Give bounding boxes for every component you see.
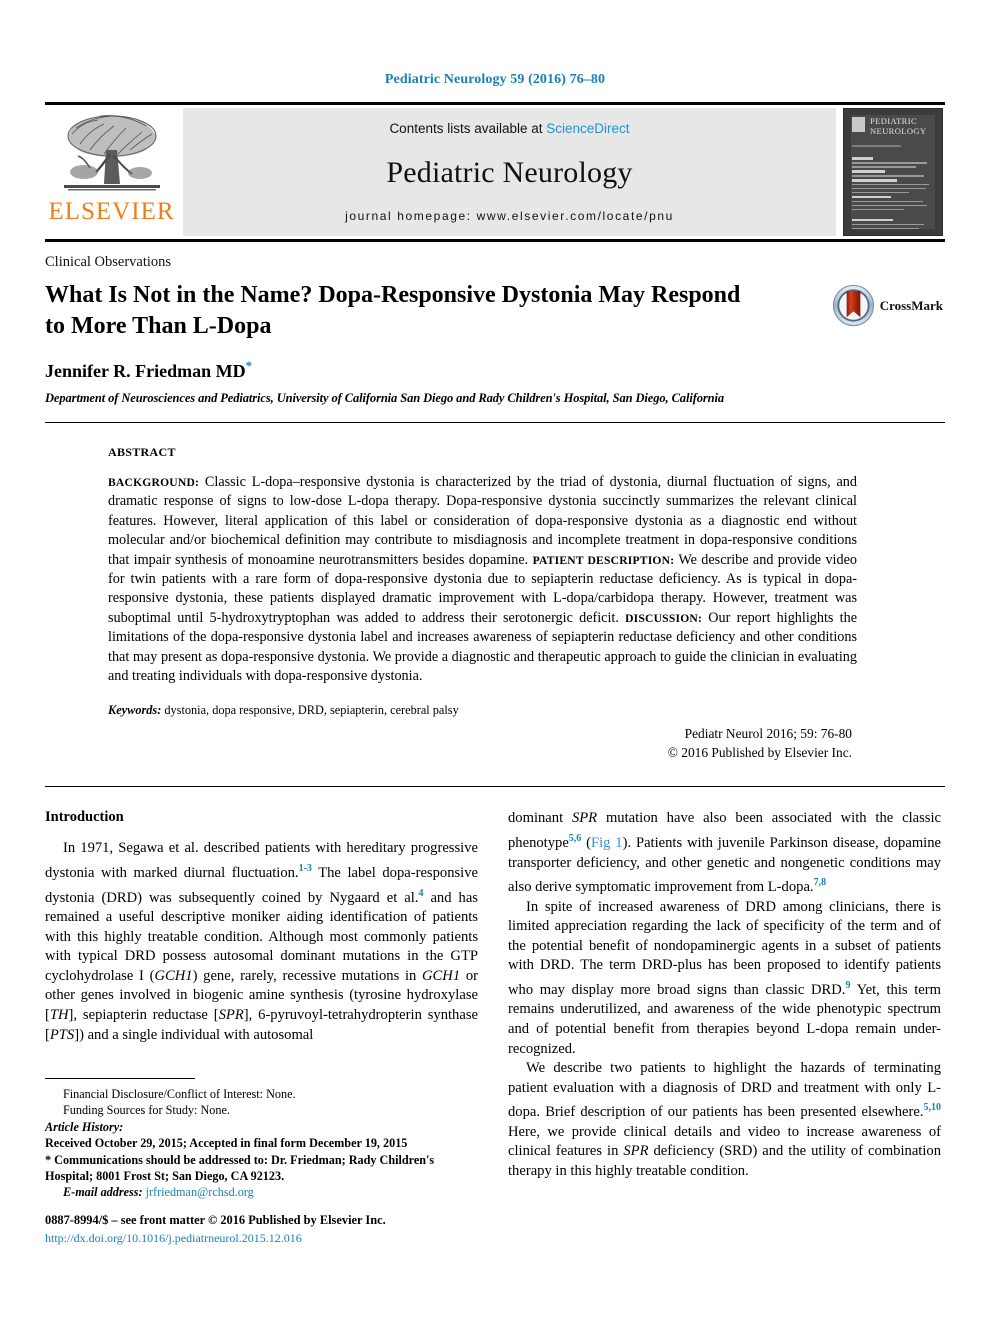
footnote-disclosure: Financial Disclosure/Conflict of Interes… [63, 1087, 296, 1101]
intro-paragraph-right-2: In spite of increased awareness of DRD a… [508, 898, 941, 1057]
header-divider [45, 422, 945, 423]
footnote-funding: Funding Sources for Study: None. [63, 1103, 230, 1118]
intro-paragraph-right-1: dominant SPR mutation have also been ass… [508, 810, 942, 895]
reference-5-10[interactable]: 5,10 [924, 1102, 942, 1113]
journal-homepage[interactable]: journal homepage: www.elsevier.com/locat… [345, 209, 674, 223]
keywords-line: Keywords: dystonia, dopa responsive, DRD… [108, 703, 857, 718]
elsevier-tree-icon [63, 114, 160, 191]
abstract-label-patient: PATIENT DESCRIPTION: [532, 553, 675, 567]
journal-cover-thumbnail: PEDIATRIC NEUROLOGY [843, 108, 943, 236]
abstract-label-discussion: DISCUSSION: [625, 611, 703, 625]
gene-spr-right-2: SPR [623, 1143, 649, 1160]
running-head: Pediatric Neurology 59 (2016) 76–80 [384, 72, 606, 87]
cover-title-text: PEDIATRIC NEUROLOGY [870, 116, 927, 136]
author-correspondence-marker[interactable]: * [246, 358, 253, 373]
journal-title: Pediatric Neurology [386, 155, 633, 189]
contents-prefix: Contents lists available at [389, 121, 547, 136]
keywords-label: Keywords: [108, 703, 162, 718]
author-name: Jennifer R. Friedman MD* [45, 358, 253, 381]
cover-society-icon [852, 117, 865, 132]
journal-cover-block: PEDIATRIC NEUROLOGY [841, 108, 945, 236]
article-page: Pediatric Neurology 59 (2016) 76–80 ELSE… [0, 0, 990, 1320]
gene-gch1-b: GCH1 [422, 967, 461, 984]
author-affiliation: Department of Neurosciences and Pediatri… [45, 391, 725, 405]
crossmark-icon[interactable] [832, 284, 875, 327]
issn-line: 0887-8994/$ – see front matter © 2016 Pu… [45, 1213, 386, 1227]
copyright-line: © 2016 Published by Elsevier Inc. [667, 745, 852, 761]
abstract-divider [45, 786, 945, 788]
gene-th: TH [49, 1006, 69, 1023]
article-section-type: Clinical Observations [45, 254, 172, 270]
title-row: What Is Not in the Name? Dopa-Responsive… [45, 280, 945, 342]
elsevier-wordmark: ELSEVIER [48, 198, 175, 225]
gene-gch1: GCH1 [154, 967, 193, 984]
footnote-email-label: E-mail address: [63, 1185, 143, 1200]
citation-line: Pediatr Neurol 2016; 59: 76-80 [684, 726, 852, 742]
colophon-block: 0887-8994/$ – see front matter © 2016 Pu… [45, 1211, 505, 1247]
gene-spr: SPR [218, 1006, 244, 1023]
footnote-history-text: Received October 29, 2015; Accepted in f… [45, 1136, 408, 1151]
footnote-history-label: Article History: [45, 1119, 124, 1134]
gene-pts: PTS [49, 1026, 75, 1043]
elsevier-logo-block: ELSEVIER [45, 108, 178, 236]
crossmark-badge-group[interactable]: CrossMark [832, 284, 943, 327]
cover-text-lines [852, 145, 934, 235]
intro-paragraph-right-3: We describe two patients to highlight th… [508, 1060, 942, 1179]
gene-spr-right: SPR [571, 810, 598, 827]
footnote-divider [45, 1078, 195, 1079]
abstract-label-background: BACKGROUND: [108, 476, 200, 489]
abstract-body: BACKGROUND: Classic L-dopa–responsive dy… [108, 473, 857, 686]
abstract-heading: ABSTRACT [108, 445, 176, 459]
footnotes-block: Financial Disclosure/Conflict of Interes… [45, 1078, 478, 1201]
reference-7-8[interactable]: 7,8 [814, 877, 827, 888]
page-title: What Is Not in the Name? Dopa-Responsive… [45, 282, 741, 339]
intro-paragraph-left: In 1971, Segawa et al. described patient… [45, 840, 479, 1043]
footnote-email-line: E-mail address: jrfriedman@rchsd.org [45, 1184, 478, 1200]
journal-masthead: ELSEVIER Contents lists available at Sci… [45, 102, 945, 242]
footnote-email-address[interactable]: jrfriedman@rchsd.org [146, 1185, 254, 1199]
reference-5-6[interactable]: 5,6 [569, 833, 582, 844]
figure-1-link[interactable]: Fig 1 [591, 835, 623, 851]
introduction-heading: Introduction [45, 809, 124, 826]
footnote-correspondence: * Communications should be addressed to:… [45, 1152, 435, 1184]
masthead-center: Contents lists available at ScienceDirec… [183, 108, 836, 236]
column-right: dominant SPR mutation have also been ass… [508, 809, 941, 1181]
reference-1-3[interactable]: 1-3 [299, 863, 312, 874]
citation-block: Pediatr Neurol 2016; 59: 76-80 © 2016 Pu… [108, 724, 857, 762]
contents-available-line: Contents lists available at ScienceDirec… [389, 121, 629, 136]
doi-link[interactable]: http://dx.doi.org/10.1016/j.pediatrneuro… [45, 1229, 505, 1247]
sciencedirect-link[interactable]: ScienceDirect [546, 121, 629, 136]
crossmark-label: CrossMark [879, 297, 943, 313]
keywords-text: dystonia, dopa responsive, DRD, sepiapte… [161, 703, 459, 718]
abstract-section: ABSTRACT BACKGROUND: Classic L-dopa–resp… [45, 445, 945, 762]
